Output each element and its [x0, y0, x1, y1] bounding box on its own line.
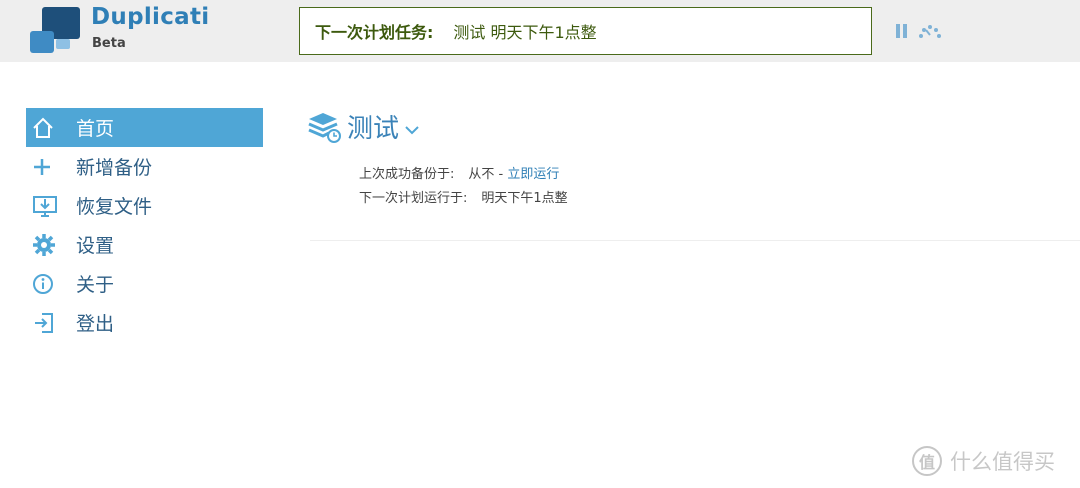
sidebar-item-label: 首页	[76, 118, 115, 140]
last-success-row: 上次成功备份于: 从不 - 立即运行	[359, 163, 559, 182]
sidebar-item-about[interactable]: 关于	[26, 264, 263, 303]
sidebar-item-add-backup[interactable]: 新增备份	[26, 147, 263, 186]
last-success-value: 从不 -	[468, 167, 508, 182]
top-header: Duplicati Beta 下一次计划任务: 测试 明天下午1点整	[0, 0, 1080, 62]
sidebar-item-home[interactable]: 首页	[26, 108, 263, 147]
sidebar-item-restore[interactable]: 恢复文件	[26, 186, 263, 225]
gear-icon	[32, 233, 70, 257]
sidebar-item-label: 设置	[76, 235, 115, 257]
sidebar-item-settings[interactable]: 设置	[26, 225, 263, 264]
sidebar-nav: 首页 新增备份 恢复文件 设置 关于 登出	[26, 108, 263, 342]
restore-icon	[32, 194, 70, 218]
pause-icon[interactable]	[895, 24, 909, 39]
throttle-speed-icon[interactable]	[917, 22, 943, 40]
next-task-value: 测试 明天下午1点整	[453, 23, 597, 42]
next-run-row: 下一次计划运行于: 明天下午1点整	[359, 187, 568, 206]
duplicati-logo-icon[interactable]	[28, 5, 84, 57]
plus-icon	[32, 155, 70, 179]
sidebar-item-logout[interactable]: 登出	[26, 303, 263, 342]
backup-stack-icon	[308, 112, 341, 143]
sidebar-item-label: 新增备份	[76, 157, 153, 179]
next-task-label: 下一次计划任务:	[315, 23, 434, 42]
next-run-value: 明天下午1点整	[481, 191, 568, 206]
brand-name[interactable]: Duplicati	[91, 4, 209, 30]
chevron-down-icon[interactable]	[405, 125, 419, 135]
last-success-label: 上次成功备份于:	[359, 167, 455, 182]
smzdm-watermark: 值 什么值得买	[912, 446, 1055, 476]
home-icon	[32, 116, 70, 140]
brand-sub: Beta	[92, 36, 126, 51]
watermark-logo-icon: 值	[912, 446, 942, 476]
sidebar-item-label: 关于	[76, 274, 115, 296]
sidebar-item-label: 恢复文件	[76, 196, 153, 218]
backup-header: 测试	[307, 108, 419, 145]
next-task-banner: 下一次计划任务: 测试 明天下午1点整	[299, 7, 872, 55]
sidebar-item-label: 登出	[76, 313, 115, 335]
content-divider	[310, 240, 1080, 241]
backup-name[interactable]: 测试	[347, 108, 399, 145]
next-run-label: 下一次计划运行于:	[359, 191, 468, 206]
watermark-text: 什么值得买	[950, 450, 1055, 474]
run-now-link[interactable]: 立即运行	[507, 167, 559, 182]
logout-icon	[32, 311, 70, 335]
info-icon	[32, 272, 70, 296]
